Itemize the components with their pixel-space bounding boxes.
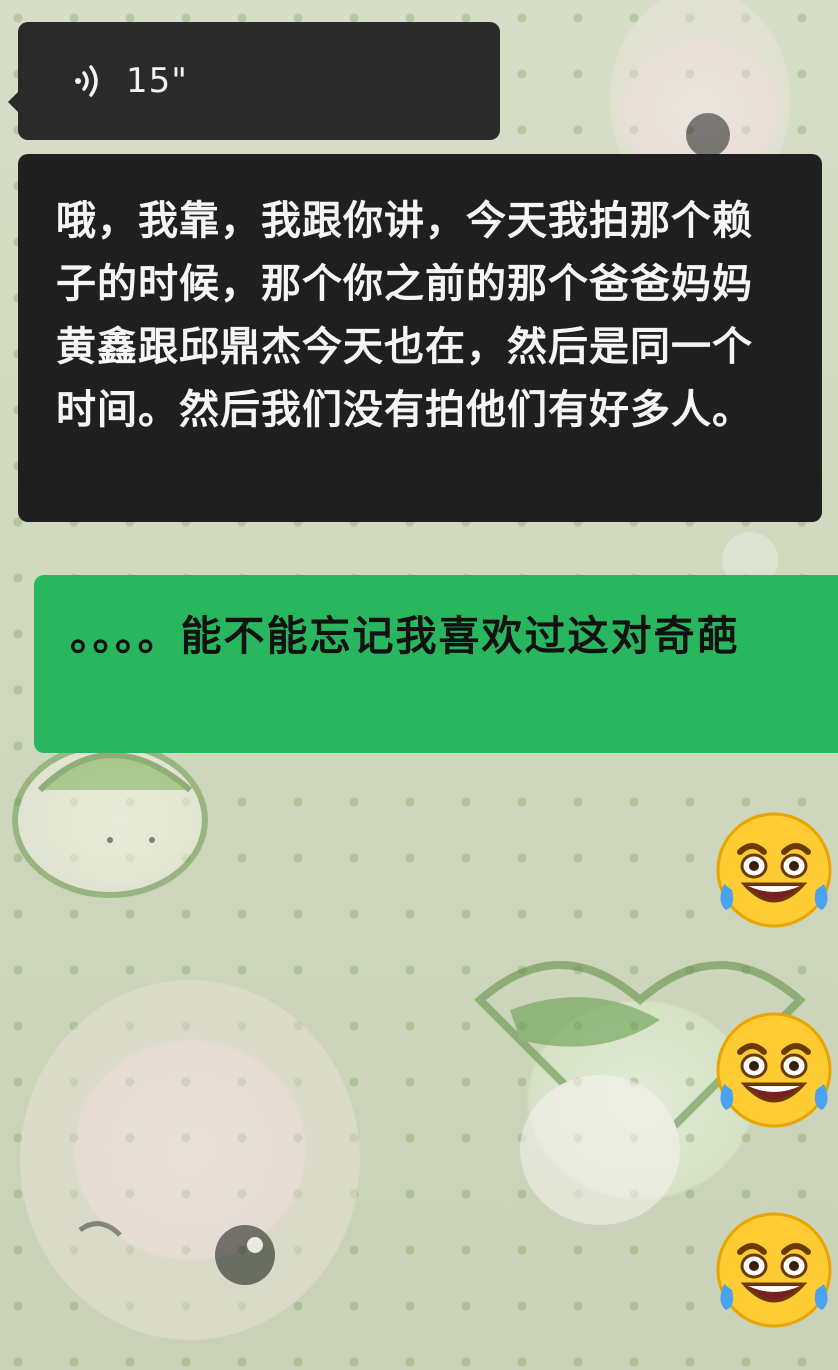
transcript-text: 哦，我靠，我跟你讲，今天我拍那个赖子的时候，那个你之前的那个爸爸妈妈黄鑫跟邱鼎杰… [56,198,753,433]
voice-wave-icon [75,65,98,97]
laughing-crying-emoji[interactable] [710,1206,838,1334]
voice-transcript[interactable]: 哦，我靠，我跟你讲，今天我拍那个赖子的时候，那个你之前的那个爸爸妈妈黄鑫跟邱鼎杰… [18,154,822,522]
sent-message-text: 。。。。能不能忘记我喜欢过这对奇葩 [70,612,740,660]
sent-message-bubble[interactable]: 。。。。能不能忘记我喜欢过这对奇葩 [34,575,838,753]
laughing-crying-emoji[interactable] [710,1006,838,1134]
laughing-crying-emoji[interactable] [710,806,838,934]
voice-message-bubble[interactable]: 15" [8,22,500,140]
voice-duration: 15" [126,61,188,101]
